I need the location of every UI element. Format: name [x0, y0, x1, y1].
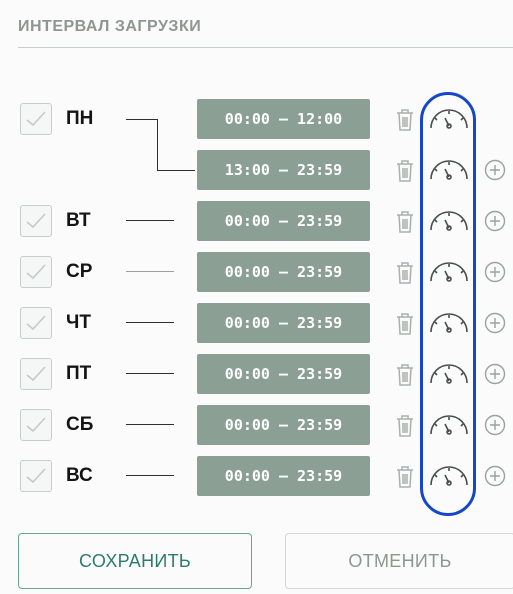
trash-icon[interactable] [392, 105, 418, 133]
row-connector [126, 322, 174, 323]
row-connector [126, 271, 174, 272]
plus-circle-icon[interactable] [484, 414, 506, 436]
day-checkbox-thu[interactable] [20, 307, 52, 339]
section-title: ИНТЕРВАЛ ЗАГРУЗКИ [18, 18, 202, 35]
interval-sat-1[interactable]: 00:00 – 23:59 [197, 405, 370, 445]
interval-wed-1[interactable]: 00:00 – 23:59 [197, 252, 370, 292]
plus-circle-icon[interactable] [484, 261, 506, 283]
day-label-fri: ПТ [66, 363, 92, 384]
schedule-row-mon-1: ПН 00:00 – 12:00 [0, 99, 513, 139]
gauge-icon[interactable] [427, 106, 471, 132]
trash-icon[interactable] [392, 207, 418, 235]
cancel-button[interactable]: ОТМЕНИТЬ [285, 533, 513, 589]
schedule-row-tue: ВТ 00:00 – 23:59 [0, 201, 513, 241]
day-label-mon: ПН [66, 108, 94, 129]
check-icon [26, 468, 46, 484]
plus-circle-icon[interactable] [484, 159, 506, 181]
day-checkbox-tue[interactable] [20, 205, 52, 237]
check-icon [26, 366, 46, 382]
schedule-row-mon-2: 13:00 – 23:59 [0, 150, 513, 190]
interval-fri-1[interactable]: 00:00 – 23:59 [197, 354, 370, 394]
gauge-icon[interactable] [427, 412, 471, 438]
check-icon [26, 417, 46, 433]
day-label-thu: ЧТ [66, 312, 91, 333]
day-label-tue: ВТ [66, 210, 91, 231]
check-icon [26, 315, 46, 331]
schedule-row-sat: СБ 00:00 – 23:59 [0, 405, 513, 445]
gauge-icon[interactable] [427, 157, 471, 183]
day-checkbox-sun[interactable] [20, 460, 52, 492]
day-checkbox-wed[interactable] [20, 256, 52, 288]
plus-circle-icon[interactable] [484, 210, 506, 232]
day-checkbox-mon[interactable] [20, 103, 52, 135]
plus-circle-icon[interactable] [484, 312, 506, 334]
day-label-sun: ВС [66, 465, 93, 486]
trash-icon[interactable] [392, 156, 418, 184]
gauge-icon[interactable] [427, 259, 471, 285]
schedule-row-sun: ВС 00:00 – 23:59 [0, 456, 513, 496]
title-divider [18, 47, 513, 48]
plus-circle-icon[interactable] [484, 363, 506, 385]
schedule-row-wed: СР 00:00 – 23:59 [0, 252, 513, 292]
save-button[interactable]: СОХРАНИТЬ [18, 533, 252, 589]
row-connector [126, 424, 174, 425]
row-connector [126, 220, 174, 221]
day-checkbox-fri[interactable] [20, 358, 52, 390]
interval-mon-1[interactable]: 00:00 – 12:00 [197, 99, 370, 139]
trash-icon[interactable] [392, 258, 418, 286]
interval-sun-1[interactable]: 00:00 – 23:59 [197, 456, 370, 496]
check-icon [26, 213, 46, 229]
trash-icon[interactable] [392, 309, 418, 337]
trash-icon[interactable] [392, 411, 418, 439]
schedule-row-fri: ПТ 00:00 – 23:59 [0, 354, 513, 394]
interval-thu-1[interactable]: 00:00 – 23:59 [197, 303, 370, 343]
gauge-icon[interactable] [427, 310, 471, 336]
day-label-wed: СР [66, 261, 93, 282]
plus-circle-icon[interactable] [484, 465, 506, 487]
day-label-sat: СБ [66, 414, 94, 435]
gauge-icon[interactable] [427, 463, 471, 489]
interval-mon-2[interactable]: 13:00 – 23:59 [197, 150, 370, 190]
schedule-row-thu: ЧТ 00:00 – 23:59 [0, 303, 513, 343]
check-icon [26, 264, 46, 280]
gauge-icon[interactable] [427, 361, 471, 387]
row-connector [126, 373, 174, 374]
row-connector [126, 475, 174, 476]
day-checkbox-sat[interactable] [20, 409, 52, 441]
trash-icon[interactable] [392, 462, 418, 490]
trash-icon[interactable] [392, 360, 418, 388]
interval-tue-1[interactable]: 00:00 – 23:59 [197, 201, 370, 241]
check-icon [26, 111, 46, 127]
gauge-icon[interactable] [427, 208, 471, 234]
